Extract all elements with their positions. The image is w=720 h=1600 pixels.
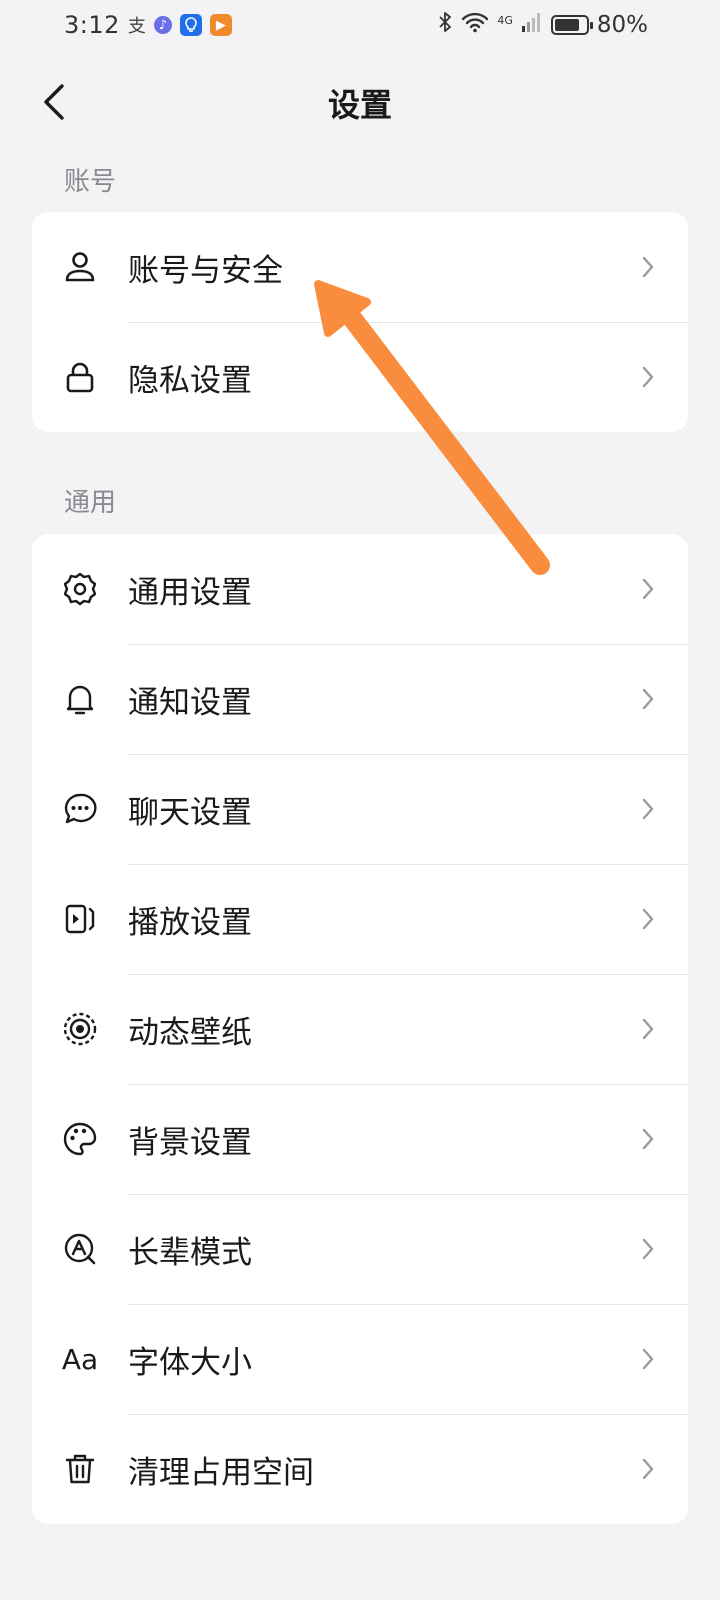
- bluetooth-icon: [437, 10, 453, 40]
- chevron-right-icon: [642, 1458, 654, 1480]
- bell-icon: [66, 685, 94, 715]
- settings-row-background[interactable]: 背景设置: [32, 1084, 688, 1194]
- settings-row-elder-mode[interactable]: 长辈模式: [32, 1194, 688, 1304]
- lock-icon: [66, 362, 94, 393]
- battery-fill: [554, 19, 579, 31]
- settings-screen: 3:12 支 ♪ ▶ 4G 80% 设置 账号 账号与安全 隐私设置 通用 通用…: [0, 0, 720, 1600]
- video-notification-icon: ▶: [209, 14, 232, 36]
- signal-icon: [521, 11, 543, 39]
- elder-mode-icon: [64, 1233, 96, 1265]
- chevron-right-icon: [642, 1238, 654, 1260]
- row-label: 聊天设置: [128, 794, 252, 831]
- section-label-account: 账号: [64, 167, 117, 197]
- chevron-right-icon: [642, 1128, 654, 1150]
- settings-row-notification[interactable]: 通知设置: [32, 644, 688, 754]
- bulb-notification-icon: [179, 14, 202, 36]
- settings-row-playback[interactable]: 播放设置: [32, 864, 688, 974]
- row-label: 清理占用空间: [128, 1454, 314, 1491]
- row-label: 播放设置: [128, 904, 252, 941]
- font-size-icon: Aa: [61, 1342, 99, 1376]
- battery-percent: 80%: [596, 12, 648, 38]
- palette-icon: [63, 1122, 97, 1156]
- chevron-right-icon: [642, 798, 654, 820]
- row-label: 通知设置: [128, 684, 252, 721]
- row-label: 通用设置: [128, 574, 252, 611]
- chevron-right-icon: [642, 256, 654, 278]
- playback-icon: [65, 904, 95, 934]
- status-bar: 3:12 支 ♪ ▶ 4G 80%: [0, 0, 720, 50]
- section-label-general: 通用: [64, 488, 117, 518]
- settings-row-privacy[interactable]: 隐私设置: [32, 322, 688, 432]
- chevron-right-icon: [642, 1018, 654, 1040]
- music-notification-icon: ♪: [153, 16, 172, 34]
- trash-icon: [65, 1454, 95, 1484]
- row-label: 动态壁纸: [128, 1014, 252, 1051]
- notification-text-icon: 支: [127, 16, 146, 37]
- settings-row-account-security[interactable]: 账号与安全: [32, 212, 688, 322]
- status-bar-right: 4G 80%: [437, 10, 648, 40]
- page-title: 设置: [327, 86, 392, 124]
- wifi-icon: [461, 11, 489, 39]
- chevron-right-icon: [642, 578, 654, 600]
- general-card: 通用设置 通知设置 聊天设置 播放设置 动态壁纸 背景设置 长辈模式 Aa 字体…: [32, 534, 688, 1524]
- settings-row-live-wallpaper[interactable]: 动态壁纸: [32, 974, 688, 1084]
- header: 设置: [0, 62, 720, 142]
- chevron-right-icon: [642, 688, 654, 710]
- chat-bubble-icon: [64, 793, 97, 824]
- row-label: 隐私设置: [128, 362, 252, 399]
- status-bar-left: 3:12 支 ♪ ▶: [64, 11, 232, 39]
- settings-row-general[interactable]: 通用设置: [32, 534, 688, 644]
- settings-row-chat[interactable]: 聊天设置: [32, 754, 688, 864]
- user-icon: [65, 252, 95, 282]
- chevron-right-icon: [642, 1348, 654, 1370]
- settings-row-clear-storage[interactable]: 清理占用空间: [32, 1414, 688, 1524]
- status-time: 3:12: [64, 11, 120, 39]
- live-wallpaper-icon: [63, 1012, 97, 1046]
- account-card: 账号与安全 隐私设置: [32, 212, 688, 432]
- settings-row-font-size[interactable]: Aa 字体大小: [32, 1304, 688, 1414]
- chevron-right-icon: [642, 908, 654, 930]
- row-label: 背景设置: [128, 1124, 252, 1161]
- battery-icon: [550, 15, 593, 35]
- row-label: 长辈模式: [128, 1234, 252, 1271]
- gear-icon: [63, 572, 97, 606]
- network-type-label: 4G: [497, 13, 513, 27]
- row-label: 账号与安全: [128, 252, 283, 289]
- row-label: 字体大小: [128, 1344, 252, 1381]
- chevron-right-icon: [642, 366, 654, 388]
